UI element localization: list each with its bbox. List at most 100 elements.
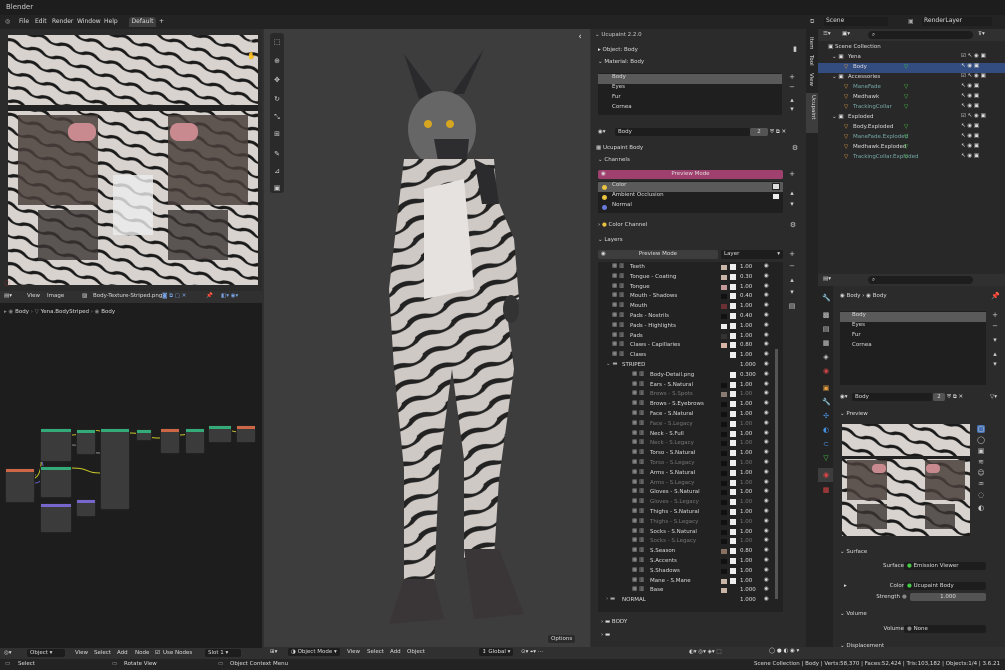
outliner-row[interactable]: ⌄ ▣ Exploded ☑ ↖ ◉ ▣ [818,113,1005,123]
surface-section[interactable]: ⌄ Surface [840,549,867,555]
add-material-icon[interactable]: + [788,73,796,81]
layer-row[interactable]: ▦ ▥ Brows - S.Eyebrows 1.00 ◉ [598,400,783,409]
layer-opacity-value[interactable]: 1.00 [740,578,752,584]
layer-opacity-value[interactable]: 1.00 [740,440,752,446]
channel-down-icon[interactable]: ▾ [788,200,796,208]
layer-color-swatch[interactable] [720,499,728,507]
add-workspace-icon[interactable]: + [159,18,164,25]
layer-icons[interactable]: ▦ ▥ [612,302,624,308]
displacement-section[interactable]: ⌄ Displacement [840,643,884,649]
material-item-fur[interactable]: Fur [598,94,621,104]
menu-render[interactable]: Render [52,18,73,25]
layer-opacity-value[interactable]: 1.00 [740,303,752,309]
layer-mask-icon[interactable] [730,411,736,417]
ao-channel-swatch[interactable] [772,193,780,200]
layer-row[interactable]: ▦ ▥ Ears - S.Natural 1.00 ◉ [598,381,783,390]
layer-row[interactable]: ▦ ▥ S.Accents 1.00 ◉ [598,557,783,566]
outliner-type-icon[interactable]: ☰▾ [823,31,831,37]
slot-menu-icon[interactable]: ▾ [991,336,999,344]
add-cube-icon[interactable]: ▣ [273,184,281,192]
node-i[interactable] [185,428,205,454]
settings-gear-icon[interactable]: ⚙ [791,144,799,152]
slot-fur[interactable]: Fur [840,332,861,342]
preview-monkey-icon[interactable]: ☺ [977,469,985,477]
layer-color-swatch[interactable] [720,538,728,546]
preview-sphere-icon[interactable]: ◯ [977,436,985,444]
node-menu-node[interactable]: Node [135,650,149,656]
layer-visibility-icon[interactable]: ◉ [764,557,769,563]
layer-visibility-icon[interactable]: ◉ [764,410,769,416]
layer-color-swatch[interactable] [720,411,728,418]
layer-row[interactable]: ▦ ▥ Base 1.000 ◉ [598,586,783,595]
viewport-menu-add[interactable]: Add [390,649,401,655]
layer-visibility-icon[interactable]: ◉ [764,508,769,514]
material-item-cornea[interactable]: Cornea [598,104,632,114]
node-d[interactable] [40,503,72,533]
channel-settings-icon[interactable]: ⚙ [789,221,797,229]
layer-icons[interactable]: ▦ ▥ [632,371,644,377]
filter-icon[interactable]: ⊽▾ [978,31,985,37]
mode-dropdown[interactable]: ◑ Object Mode ▾ [288,648,340,656]
visibility-toggle-icons[interactable]: ↖ ◉ ▣ [961,93,979,99]
layer-opacity-value[interactable]: 1.00 [740,499,752,505]
select-box-icon[interactable]: ⬚ [273,38,281,46]
viewport-menu-object[interactable]: Object [407,649,425,655]
layer-visibility-icon[interactable]: ◉ [764,361,769,367]
layer-icons[interactable]: ▦ ▥ [632,390,644,396]
layer-row[interactable]: ▦ ▥ Claws - Capillaries 0.80 ◉ [598,341,783,350]
layer-visibility-icon[interactable]: ◉ [764,479,769,485]
node-c[interactable] [40,466,72,498]
pin-icon[interactable]: 📌 [206,293,213,299]
annotate-icon[interactable]: ✎ [273,150,281,158]
image-tools-icons[interactable]: ◙ ⧉ ▢ ✕ [162,293,186,300]
node-menu-select[interactable]: Select [94,650,111,656]
layer-opacity-value[interactable]: 1.00 [740,323,752,329]
layer-visibility-icon[interactable]: ◉ [764,351,769,357]
layer-icons[interactable]: ▦ ▥ [632,459,644,465]
layer-visibility-icon[interactable]: ◉ [764,439,769,445]
layer-menu-icon[interactable]: ▤ [788,302,796,310]
outliner-row[interactable]: ▽ ManeFade.Exploded ▽ ↖ ◉ ▣ [818,133,1005,143]
sub-folder-row[interactable]: › ▬ [601,632,610,638]
layer-icons[interactable]: ▦ ▥ [632,479,644,485]
display-channels-icon[interactable]: ◧▾ ◉▾ [221,293,238,299]
layer-visibility-icon[interactable]: ◉ [764,567,769,573]
scene-selector[interactable]: Scene [824,17,888,26]
layer-mask-icon[interactable] [730,264,736,270]
layer-opacity-value[interactable]: 1.00 [740,391,752,397]
layer-color-swatch[interactable] [720,381,728,389]
layer-opacity-value[interactable]: 0.80 [740,548,752,554]
layer-visibility-icon[interactable]: ◉ [764,547,769,553]
preview-section[interactable]: ⌄ Preview [840,411,868,417]
material-users-count[interactable]: 2 [750,128,768,136]
layer-mask-icon[interactable] [730,577,736,584]
visibility-toggle-icons[interactable]: ↖ ◉ ▣ [961,143,979,149]
volume-input-field[interactable]: ● None [904,625,986,633]
layer-opacity-value[interactable]: 1.00 [740,411,752,417]
node-a[interactable] [5,468,35,503]
layer-icons[interactable]: ▦ ▥ [612,292,624,298]
layer-visibility-icon[interactable]: ◉ [764,577,769,583]
layer-visibility-icon[interactable]: ◉ [764,449,769,455]
layer-visibility-icon[interactable]: ◉ [764,488,769,494]
layer-visibility-icon[interactable]: ◉ [764,390,769,396]
display-mode-icon[interactable]: ▣▾ [842,31,850,37]
layer-visibility-icon[interactable]: ◉ [764,381,769,387]
channel-ao[interactable]: Ambient Occlusion [598,192,664,202]
layer-icons[interactable]: ▦ ▥ [632,420,644,426]
visibility-toggle-icons[interactable]: ↖ ◉ ▣ [961,133,979,139]
layer-visibility-icon[interactable]: ◉ [764,371,769,377]
layer-opacity-value[interactable]: 0.40 [740,313,752,319]
layers-preview-mode-button[interactable]: ◉ Preview Mode [598,250,718,259]
data-tab-icon[interactable]: ▽ [822,454,830,462]
layer-row[interactable]: ▦ ▥ Thighs - S.Legacy 1.00 ◉ [598,518,783,527]
layer-opacity-value[interactable]: 1.00 [740,264,752,270]
layer-visibility-icon[interactable]: ◉ [764,273,769,279]
layer-mask-icon[interactable] [730,332,736,339]
layer-row[interactable]: ⌄ ▬ STRIPED 1.000 ◉ [598,361,783,370]
add-layer-icon[interactable]: + [788,250,796,258]
layer-mask-icon[interactable] [730,420,736,427]
outliner-row[interactable]: ▽ Body.Exploded ▽ ↖ ◉ ▣ [818,123,1005,133]
layer-icons[interactable]: ▦ ▥ [632,567,644,573]
layer-visibility-icon[interactable]: ◉ [764,586,769,592]
